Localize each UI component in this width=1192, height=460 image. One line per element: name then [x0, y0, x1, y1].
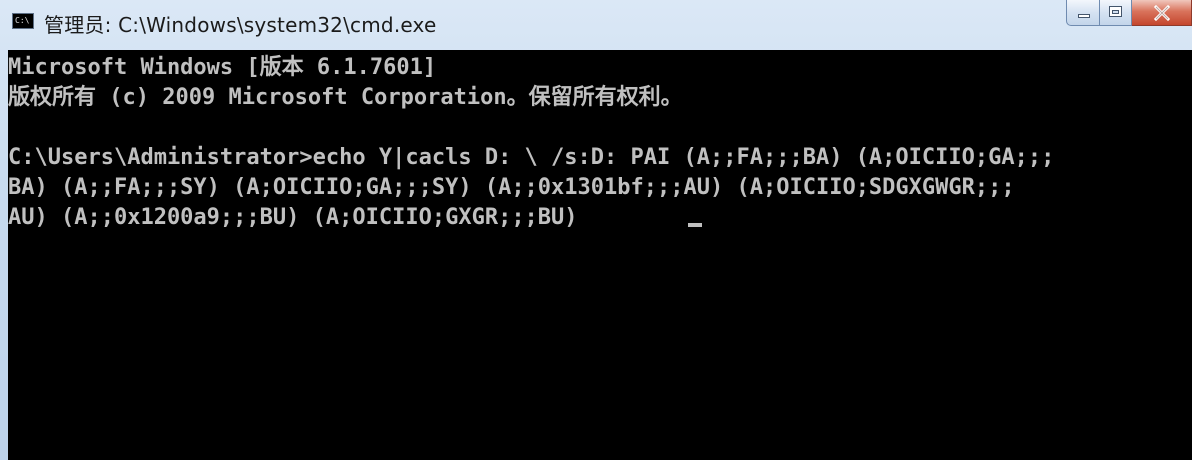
close-button[interactable] — [1132, 0, 1192, 26]
console-line: 版权所有 (c) 2009 Microsoft Corporation。保留所有… — [8, 85, 683, 110]
cmd-icon[interactable]: C:\ — [12, 13, 34, 29]
console-line: BA) (A;;FA;;;SY) (A;OICIIO;GA;;;SY) (A;;… — [8, 175, 1015, 200]
minimize-button[interactable] — [1066, 0, 1100, 26]
minimize-icon — [1078, 14, 1090, 18]
maximize-button[interactable] — [1100, 0, 1132, 26]
window-title: 管理员: C:\Windows\system32\cmd.exe — [44, 13, 437, 37]
text-cursor — [688, 223, 702, 227]
console-line: AU) (A;;0x1200a9;;;BU) (A;OICIIO;GXGR;;;… — [8, 205, 578, 230]
title-bar[interactable]: C:\ 管理员: C:\Windows\system32\cmd.exe — [0, 0, 1192, 50]
maximize-icon — [1109, 6, 1122, 17]
cmd-window: C:\ 管理员: C:\Windows\system32\cmd.exe Mic… — [0, 0, 1192, 460]
caption-buttons — [1066, 0, 1192, 28]
close-icon — [1153, 4, 1171, 22]
console-output[interactable]: Microsoft Windows [版本 6.1.7601] 版权所有 (c)… — [8, 50, 1192, 460]
console-line: C:\Users\Administrator>echo Y|cacls D: \… — [8, 145, 1055, 170]
console-line: Microsoft Windows [版本 6.1.7601] — [8, 55, 437, 80]
